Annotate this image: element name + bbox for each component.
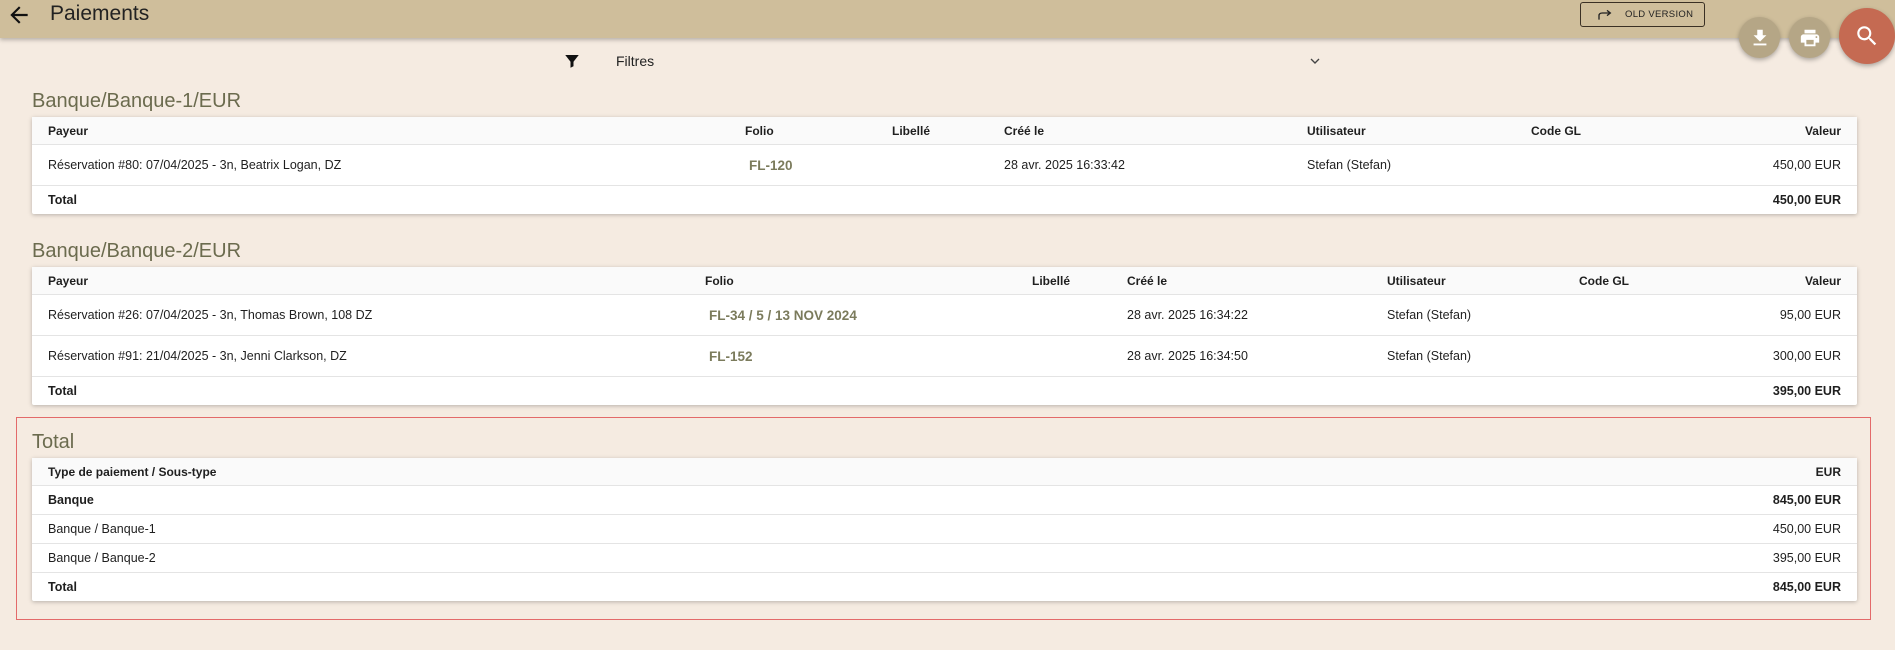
total-row: Total 845,00 EUR [32,573,1857,601]
folio-link[interactable]: FL-34 / 5 / 13 NOV 2024 [709,295,857,335]
col-libelle: Libellé [892,123,931,138]
printer-icon [1800,29,1819,46]
table-row[interactable]: Réservation #80: 07/04/2025 - 3n, Beatri… [32,145,1857,186]
total-label: Total [48,580,77,594]
col-cree-le: Créé le [1004,123,1045,138]
search-icon [1857,26,1877,46]
payment-type-value: 845,00 EUR [1772,493,1841,507]
payment-subtype-label: Banque / Banque-2 [48,551,156,565]
total-row: Total 395,00 EUR [32,377,1857,405]
total-value: 450,00 EUR [1772,193,1841,207]
download-icon [1753,29,1766,45]
col-payeur: Payeur [48,123,89,138]
table-row: Banque / Banque-2 395,00 EUR [32,544,1857,573]
payeur-cell: Réservation #80: 07/04/2025 - 3n, Beatri… [48,158,342,172]
section-title-banque-2: Banque/Banque-2/EUR [32,240,242,262]
summary-table: Type de paiement / Sous-type EUR Banque … [32,458,1857,601]
total-label: Total [48,193,77,207]
table-header: Payeur Folio Libellé Créé le Utilisateur… [32,117,1857,145]
user-cell: Stefan (Stefan) [1387,308,1472,322]
payments-table-banque-2: Payeur Folio Libellé Créé le Utilisateur… [32,267,1857,405]
download-button[interactable] [1739,17,1780,58]
payment-subtype-value: 395,00 EUR [1772,551,1841,565]
section-title-banque-1: Banque/Banque-1/EUR [32,90,242,112]
old-version-label: OLD VERSION [1625,9,1694,20]
created-cell: 28 avr. 2025 16:34:50 [1127,349,1248,363]
col-folio: Folio [745,123,774,138]
payments-table-banque-1: Payeur Folio Libellé Créé le Utilisateur… [32,117,1857,214]
created-cell: 28 avr. 2025 16:33:42 [1004,158,1125,172]
col-utilisateur: Utilisateur [1387,273,1446,288]
col-cree-le: Créé le [1127,273,1168,288]
col-payeur: Payeur [48,273,89,288]
folio-link[interactable]: FL-120 [749,145,793,185]
total-row: Total 450,00 EUR [32,186,1857,214]
table-row[interactable]: Réservation #26: 07/04/2025 - 3n, Thomas… [32,295,1857,336]
total-label: Total [48,384,77,398]
table-header: Payeur Folio Libellé Créé le Utilisateur… [32,267,1857,295]
search-button[interactable] [1839,8,1895,64]
col-code-gl: Code GL [1579,273,1629,288]
value-cell: 450,00 EUR [1772,158,1841,172]
table-row: Banque / Banque-1 450,00 EUR [32,515,1857,544]
value-cell: 95,00 EUR [1779,308,1841,322]
col-folio: Folio [705,273,734,288]
old-version-button[interactable]: OLD VERSION [1580,2,1705,27]
col-code-gl: Code GL [1531,123,1581,138]
table-row[interactable]: Réservation #91: 21/04/2025 - 3n, Jenni … [32,336,1857,377]
print-button[interactable] [1789,17,1830,58]
top-app-bar: Paiements OLD VERSION [0,0,1895,38]
user-cell: Stefan (Stefan) [1387,349,1472,363]
col-valeur: Valeur [1804,273,1841,288]
total-value: 395,00 EUR [1772,384,1841,398]
summary-title: Total [32,431,75,453]
payment-subtype-value: 450,00 EUR [1772,522,1841,536]
created-cell: 28 avr. 2025 16:34:22 [1127,308,1248,322]
payeur-cell: Réservation #26: 07/04/2025 - 3n, Thomas… [48,308,373,322]
value-cell: 300,00 EUR [1772,349,1841,363]
col-currency: EUR [1815,464,1841,479]
col-utilisateur: Utilisateur [1307,123,1366,138]
col-valeur: Valeur [1804,123,1841,138]
filter-funnel-icon[interactable] [563,52,581,70]
table-header: Type de paiement / Sous-type EUR [32,458,1857,486]
payment-type-label: Banque [48,493,94,507]
table-row: Banque 845,00 EUR [32,486,1857,515]
arrow-left-icon[interactable] [6,2,32,28]
payeur-cell: Réservation #91: 21/04/2025 - 3n, Jenni … [48,349,347,363]
filters-label[interactable]: Filtres [616,53,654,69]
payment-subtype-label: Banque / Banque-1 [48,522,156,536]
user-cell: Stefan (Stefan) [1307,158,1392,172]
chevron-down-icon[interactable] [1307,53,1323,69]
total-value: 845,00 EUR [1772,580,1841,594]
redo-arrow-icon [1598,9,1612,20]
col-libelle: Libellé [1032,273,1071,288]
col-payment-type: Type de paiement / Sous-type [48,464,217,479]
page-title: Paiements [50,2,150,25]
folio-link[interactable]: FL-152 [709,336,753,376]
